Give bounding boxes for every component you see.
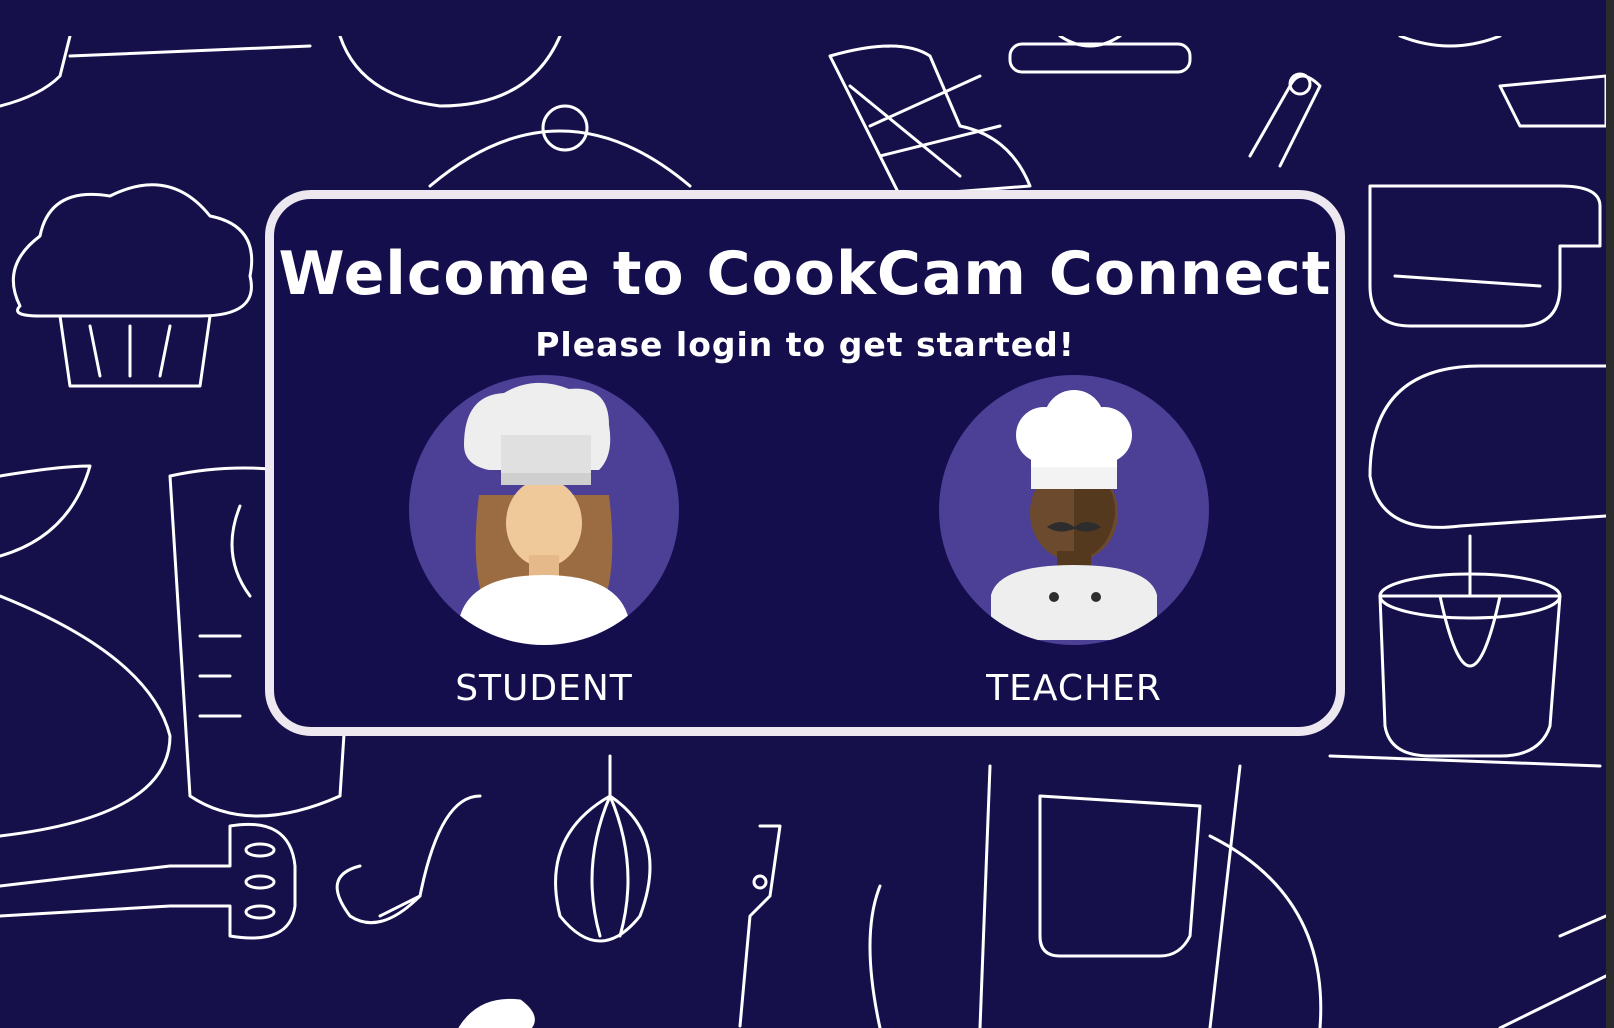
whisk-doodle-icon <box>554 754 652 943</box>
student-login-button[interactable]: STUDENT <box>404 375 684 715</box>
window-edge <box>1606 0 1614 1028</box>
ladle-doodle-icon <box>335 794 482 925</box>
male-chef-avatar-icon[interactable] <box>939 375 1209 645</box>
saucepan-doodle-icon <box>1368 184 1602 328</box>
oven-mitt-doodle-icon <box>828 44 1032 198</box>
teacher-login-button[interactable]: TEACHER <box>934 375 1214 715</box>
page-subtitle: Please login to get started! <box>535 325 1075 364</box>
female-chef-avatar-icon[interactable] <box>409 375 679 645</box>
login-card: Welcome to CookCam Connect Please login … <box>265 190 1345 736</box>
stand-mixer-doodle-icon <box>1328 364 1606 768</box>
spoon-doodle-icon <box>1248 72 1322 168</box>
scale-doodle-icon <box>1008 36 1192 74</box>
apron-doodle-icon <box>868 764 1323 1028</box>
top-strip <box>0 0 1614 36</box>
pot-doodle-icon <box>0 36 562 108</box>
lid-doodle-icon <box>428 104 692 188</box>
page-title: Welcome to CookCam Connect <box>278 239 1332 309</box>
login-screen: Welcome to CookCam Connect Please login … <box>0 0 1614 1028</box>
student-label[interactable]: STUDENT <box>404 667 684 711</box>
teacher-label[interactable]: TEACHER <box>934 667 1214 711</box>
muffin-doodle-icon <box>11 183 254 388</box>
knife-doodle-icon <box>738 824 782 1028</box>
spatula-doodle-icon <box>0 822 297 940</box>
